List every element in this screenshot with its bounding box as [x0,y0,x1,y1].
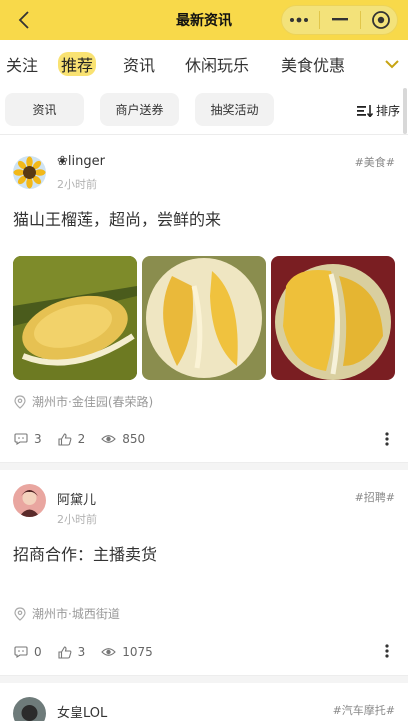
comment-count: 0 [34,645,42,659]
sort-label: 排序 [375,104,400,118]
post-location[interactable]: 潮州市·城西街道 [14,605,120,622]
post-more-button[interactable] [384,431,390,447]
tab-label: 关注 [6,56,39,75]
scrollbar-thumb[interactable] [403,88,407,134]
tab-label: 美食优惠 [281,56,346,75]
vertical-ellipsis-icon [385,432,389,446]
post-stats: 0 3 1075 [14,645,169,659]
username[interactable]: ❀linger [57,154,105,169]
eye-icon [101,435,117,443]
thumbs-up-icon [58,645,72,659]
view-count: 850 [122,432,146,446]
avatar[interactable] [13,484,46,517]
target-circle-icon [371,11,390,29]
post-feed: ❀linger 2小时前 #美食# 猫山王榴莲，超尚，尝鲜的来 潮州市·金佳园(… [0,135,408,721]
sort-icon [356,104,373,117]
post-image[interactable] [271,256,395,380]
post-card[interactable]: 阿黛儿 2小时前 #招聘# 招商合作：主播卖货 潮州市·城西街道 0 3 107… [0,470,408,675]
durian-image [13,256,137,380]
location-pin-icon [14,394,26,409]
capsule-divider [359,11,361,29]
vertical-ellipsis-icon [385,644,389,658]
post-card[interactable]: ❀linger 2小时前 #美食# 猫山王榴莲，超尚，尝鲜的来 潮州市·金佳园(… [0,135,408,462]
post-location[interactable]: 潮州市·金佳园(春荣路) [14,393,153,410]
username[interactable]: 阿黛儿 [57,489,96,508]
like-count: 2 [77,432,86,446]
username[interactable]: 女皇LOL [57,702,107,721]
tab-label: 休闲玩乐 [185,56,250,75]
view-count-display: 850 [101,432,145,446]
post-divider [0,462,408,470]
tab-recommend[interactable]: 推荐 [58,52,97,76]
tab-follow[interactable]: 关注 [6,52,38,76]
view-count-display: 1075 [101,645,153,659]
expand-tabs-button[interactable] [384,55,400,69]
tab-label: 推荐 [61,56,94,75]
durian-image [142,256,266,380]
view-count: 1075 [122,645,153,659]
comment-button[interactable]: 3 [14,432,42,446]
sort-button[interactable]: 排序 [356,102,400,119]
ellipsis-icon [289,17,308,23]
comment-count: 3 [34,432,42,446]
like-button[interactable]: 2 [58,432,86,446]
avatar[interactable] [13,156,46,189]
post-card[interactable]: 女皇LOL #汽车摩托# [0,683,408,721]
thumbs-up-icon [58,432,72,446]
tab-label: 资讯 [123,56,156,75]
location-text: 潮州市·城西街道 [32,607,120,621]
post-image[interactable] [142,256,266,380]
avatar[interactable] [13,697,46,721]
like-button[interactable]: 3 [58,645,86,659]
comment-button[interactable]: 0 [14,645,42,659]
close-mini-program-button[interactable] [368,8,394,32]
post-text[interactable]: 猫山王榴莲，超尚，尝鲜的来 [13,206,221,230]
minimize-button[interactable] [327,8,353,32]
like-count: 3 [77,645,86,659]
user-avatar-image [13,484,46,517]
capsule-divider [318,11,320,29]
title-bar: 最新资讯 [0,0,408,40]
topic-tag[interactable]: #美食# [355,154,395,170]
post-time: 2小时前 [57,513,97,526]
more-options-button[interactable] [286,8,312,32]
filter-chip-lottery[interactable]: 抽奖活动 [195,93,274,126]
post-text[interactable]: 招商合作：主播卖货 [13,541,157,565]
post-stats: 3 2 850 [14,432,161,446]
minus-icon [331,18,348,21]
tab-food-deals[interactable]: 美食优惠 [281,52,345,76]
chevron-down-icon [385,60,399,69]
comment-icon [14,646,28,658]
post-more-button[interactable] [384,643,390,659]
sunflower-avatar-image [13,156,46,189]
tab-leisure[interactable]: 休闲玩乐 [185,52,249,76]
eye-icon [101,648,117,656]
category-tabs: 关注 推荐 资讯 休闲玩乐 美食优惠 [0,40,408,86]
filter-chip-news[interactable]: 资讯 [5,93,84,126]
mini-program-capsule [281,5,398,35]
filter-bar: 资讯 商户送券 抽奖活动 排序 [0,86,408,134]
topic-tag[interactable]: #招聘# [355,489,395,505]
location-pin-icon [14,606,26,621]
comment-icon [14,433,28,445]
filter-chip-merchant-coupons[interactable]: 商户送券 [100,93,179,126]
tab-news[interactable]: 资讯 [123,52,155,76]
post-time: 2小时前 [57,178,97,191]
post-divider [0,675,408,683]
topic-tag[interactable]: #汽车摩托# [333,702,395,718]
durian-image [271,256,395,380]
location-text: 潮州市·金佳园(春荣路) [32,395,154,409]
user-avatar-image [13,697,46,721]
post-image[interactable] [13,256,137,380]
image-grid [13,256,395,380]
